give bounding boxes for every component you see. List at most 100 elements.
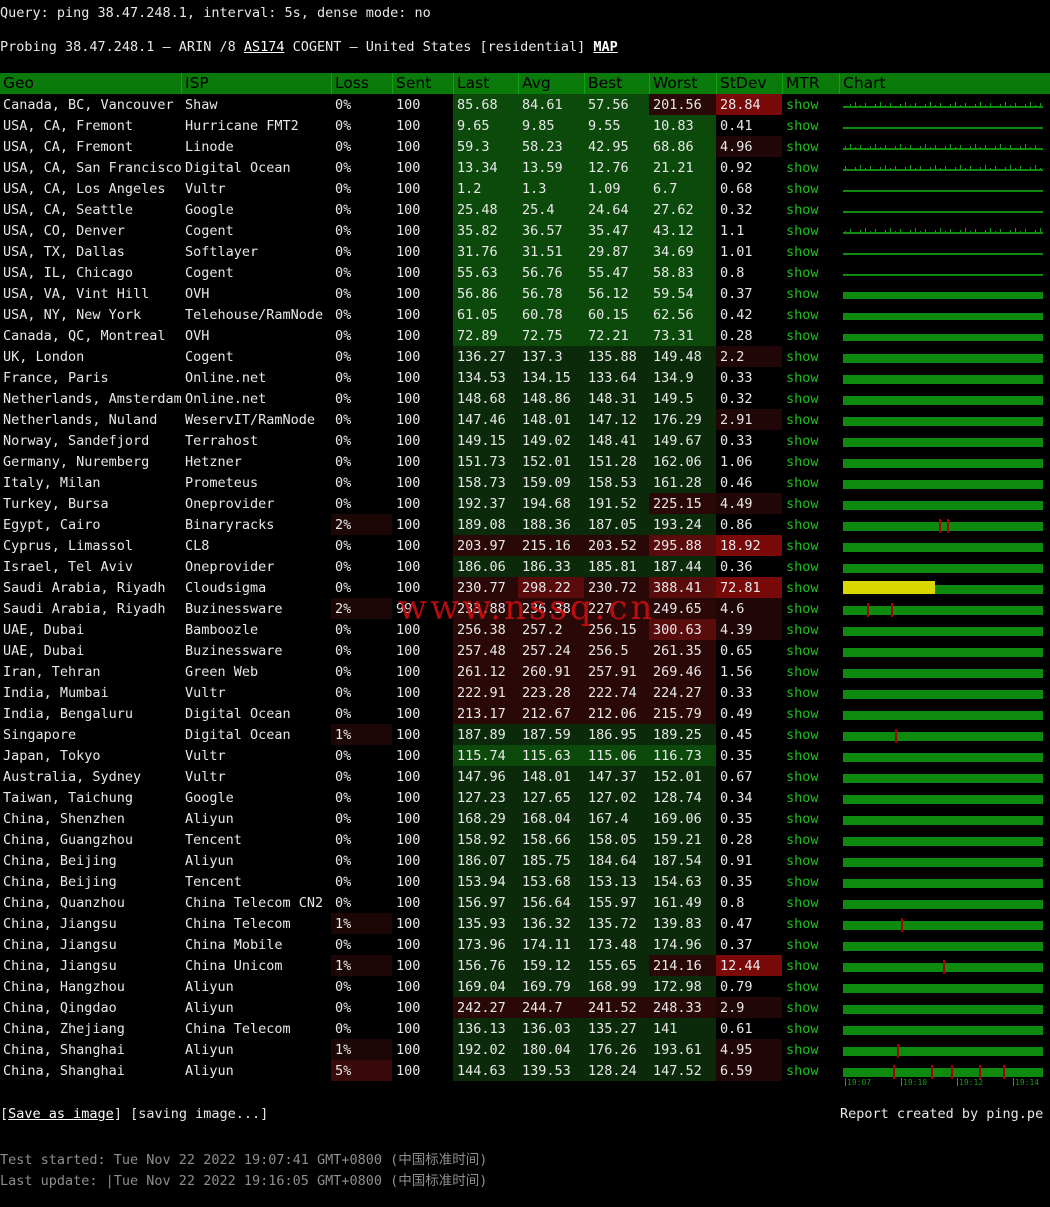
- cell-isp: China Telecom: [185, 916, 291, 932]
- mtr-show-link[interactable]: show: [786, 559, 836, 577]
- mtr-show-link[interactable]: show: [786, 265, 836, 283]
- latency-sparkline: [843, 603, 1043, 617]
- cell-stdev: 0.33: [720, 433, 753, 449]
- cell-avg: 152.01: [522, 454, 571, 470]
- cell-best: 191.52: [588, 496, 637, 512]
- save-as-image-link[interactable]: Save as image: [8, 1106, 114, 1122]
- mtr-show-link[interactable]: show: [786, 160, 836, 178]
- mtr-show-link[interactable]: show: [786, 433, 836, 451]
- table-row: Italy, Milan Prometeus 0% 100 158.73 159.09 15…: [0, 472, 1050, 493]
- cell-sent: 100: [396, 790, 421, 806]
- cell-stdev: 0.47: [720, 916, 753, 932]
- mtr-show-link[interactable]: show: [786, 139, 836, 157]
- cell-isp: Softlayer: [185, 244, 259, 260]
- mtr-show-link[interactable]: show: [786, 790, 836, 808]
- cell-geo: Canada, QC, Montreal: [3, 328, 166, 344]
- cell-avg: 56.76: [522, 265, 563, 281]
- mtr-show-link[interactable]: show: [786, 370, 836, 388]
- mtr-show-link[interactable]: show: [786, 307, 836, 325]
- mtr-show-link[interactable]: show: [786, 118, 836, 136]
- cell-stdev: 1.56: [720, 664, 753, 680]
- mtr-show-link[interactable]: show: [786, 475, 836, 493]
- cell-worst: 68.86: [653, 139, 694, 155]
- cell-loss: 0%: [335, 937, 352, 953]
- latency-sparkline: [843, 1005, 1043, 1014]
- cell-last: 56.86: [457, 286, 498, 302]
- mtr-show-link[interactable]: show: [786, 916, 836, 934]
- mtr-show-link[interactable]: show: [786, 769, 836, 787]
- cell-isp: China Telecom CN2: [185, 895, 324, 911]
- mtr-show-link[interactable]: show: [786, 223, 836, 241]
- mtr-show-link[interactable]: show: [786, 391, 836, 409]
- cell-geo: China, Quanzhou: [3, 895, 125, 911]
- cell-best: 135.72: [588, 916, 637, 932]
- cell-worst: 295.88: [653, 538, 702, 554]
- cell-loss: 0%: [335, 391, 352, 407]
- packet-loss-mark: [947, 519, 949, 533]
- cell-sent: 100: [396, 832, 421, 848]
- cell-geo: USA, CA, Fremont: [3, 139, 134, 155]
- cell-worst: 34.69: [653, 244, 694, 260]
- mtr-show-link[interactable]: show: [786, 1042, 836, 1060]
- mtr-show-link[interactable]: show: [786, 958, 836, 976]
- cell-worst: 172.98: [653, 979, 702, 995]
- cell-best: 127.02: [588, 790, 637, 806]
- latency-sparkline: [843, 816, 1043, 825]
- mtr-show-link[interactable]: show: [786, 706, 836, 724]
- as-link[interactable]: AS174: [244, 39, 285, 55]
- cell-isp: China Unicom: [185, 958, 283, 974]
- mtr-show-link[interactable]: show: [786, 286, 836, 304]
- mtr-show-link[interactable]: show: [786, 832, 836, 850]
- latency-sparkline: [843, 375, 1043, 384]
- mtr-show-link[interactable]: show: [786, 895, 836, 913]
- cell-loss: 5%: [335, 1063, 352, 1079]
- mtr-show-link[interactable]: show: [786, 979, 836, 997]
- cell-isp: Cogent: [185, 223, 234, 239]
- cell-geo: France, Paris: [3, 370, 109, 386]
- mtr-show-link[interactable]: show: [786, 1021, 836, 1039]
- cell-geo: India, Mumbai: [3, 685, 109, 701]
- map-link[interactable]: MAP: [593, 39, 617, 55]
- latency-sparkline: [843, 270, 1043, 279]
- latency-sparkline: [843, 581, 1043, 594]
- mtr-show-link[interactable]: show: [786, 748, 836, 766]
- mtr-show-link[interactable]: show: [786, 412, 836, 430]
- mtr-show-link[interactable]: show: [786, 181, 836, 199]
- mtr-show-link[interactable]: show: [786, 601, 836, 619]
- mtr-show-link[interactable]: show: [786, 853, 836, 871]
- latency-sparkline: [843, 960, 1043, 974]
- cell-avg: 159.12: [522, 958, 571, 974]
- mtr-show-link[interactable]: show: [786, 685, 836, 703]
- col-best: Best: [588, 74, 623, 92]
- cell-avg: 84.61: [522, 97, 563, 113]
- mtr-show-link[interactable]: show: [786, 349, 836, 367]
- cell-worst: 187.54: [653, 853, 702, 869]
- mtr-show-link[interactable]: show: [786, 328, 836, 346]
- mtr-show-link[interactable]: show: [786, 664, 836, 682]
- mtr-show-link[interactable]: show: [786, 496, 836, 514]
- mtr-show-link[interactable]: show: [786, 517, 836, 535]
- cell-best: 184.64: [588, 853, 637, 869]
- mtr-show-link[interactable]: show: [786, 622, 836, 640]
- mtr-show-link[interactable]: show: [786, 244, 836, 262]
- mtr-show-link[interactable]: show: [786, 937, 836, 955]
- mtr-show-link[interactable]: show: [786, 1063, 836, 1081]
- mtr-show-link[interactable]: show: [786, 874, 836, 892]
- cell-last: 158.92: [457, 832, 506, 848]
- mtr-show-link[interactable]: show: [786, 811, 836, 829]
- cell-best: 12.76: [588, 160, 629, 176]
- mtr-show-link[interactable]: show: [786, 727, 836, 745]
- mtr-show-link[interactable]: show: [786, 1000, 836, 1018]
- cell-geo: Australia, Sydney: [3, 769, 142, 785]
- cell-last: 115.74: [457, 748, 506, 764]
- mtr-show-link[interactable]: show: [786, 580, 836, 598]
- mtr-show-link[interactable]: show: [786, 454, 836, 472]
- mtr-show-link[interactable]: show: [786, 538, 836, 556]
- mtr-show-link[interactable]: show: [786, 643, 836, 661]
- latency-sparkline: [843, 291, 1043, 300]
- cell-worst: 176.29: [653, 412, 702, 428]
- cell-worst: 225.15: [653, 496, 702, 512]
- mtr-show-link[interactable]: show: [786, 202, 836, 220]
- mtr-show-link[interactable]: show: [786, 97, 836, 115]
- cell-stdev: 0.91: [720, 853, 753, 869]
